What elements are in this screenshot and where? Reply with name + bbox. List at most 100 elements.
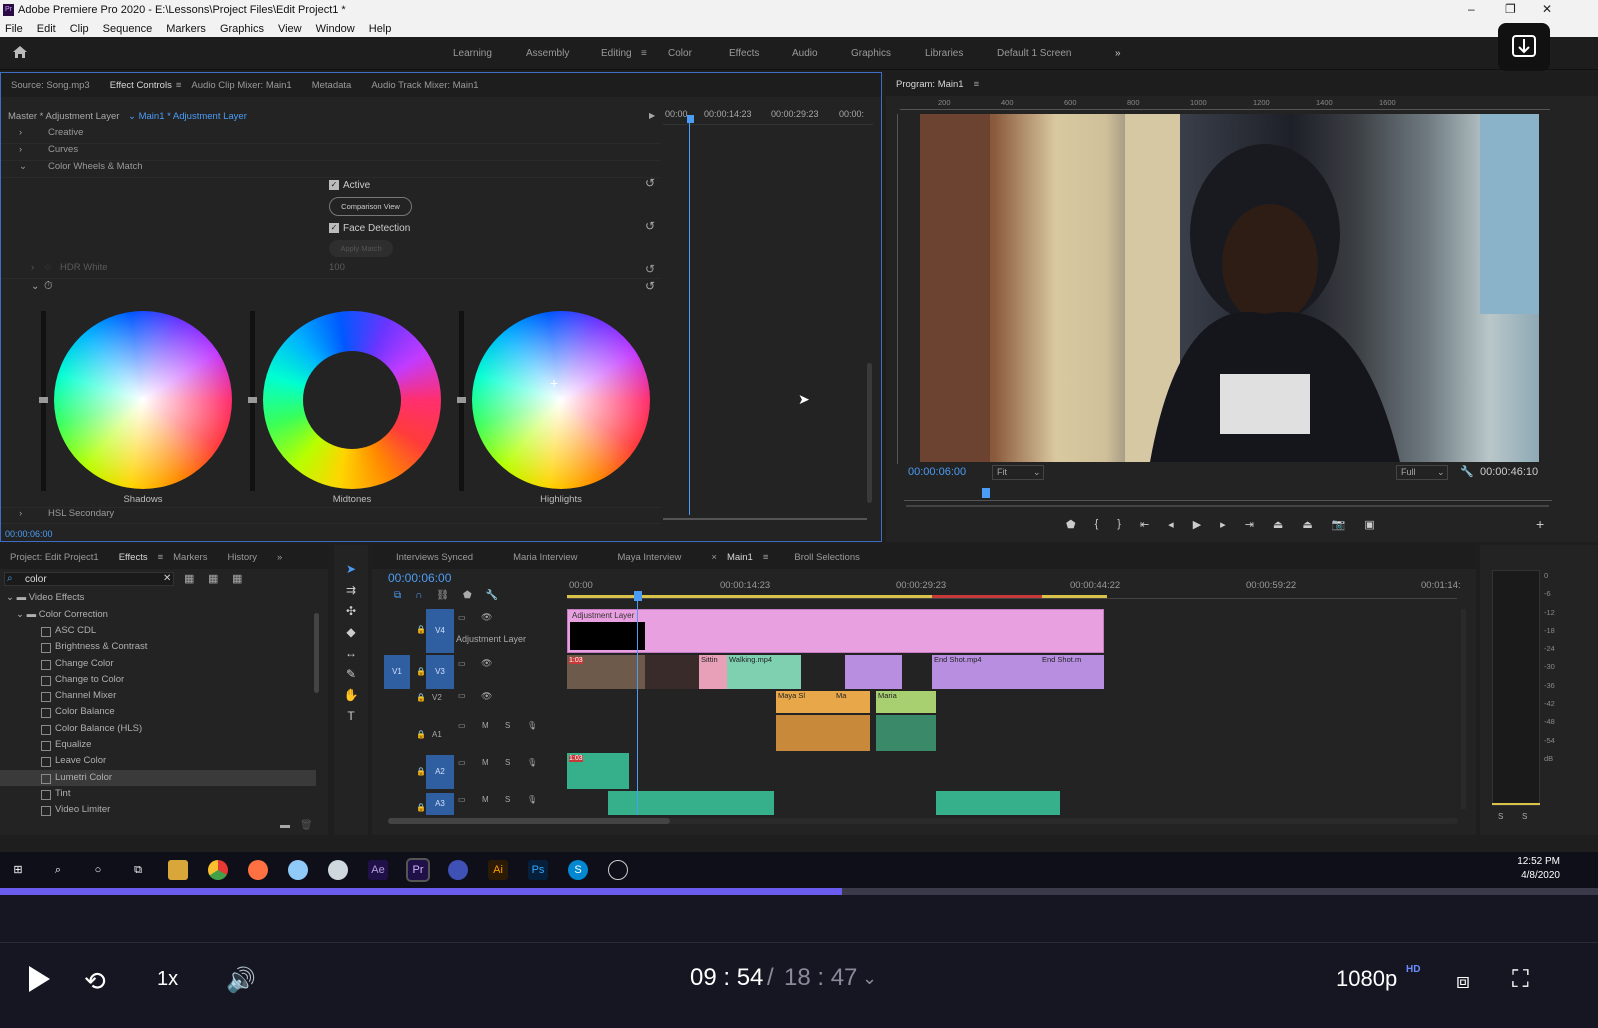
clip-a1-maria[interactable] bbox=[876, 715, 936, 751]
lock-v3-icon[interactable]: 🔒 bbox=[416, 667, 426, 676]
clip-a3-1[interactable] bbox=[608, 791, 774, 815]
track-v2-label[interactable]: V2 bbox=[432, 693, 442, 702]
sequence-clip-dropdown[interactable]: ⌄ Main1 * Adjustment Layer bbox=[128, 111, 247, 122]
creative-section[interactable]: › Creative bbox=[1, 127, 661, 144]
midtones-color-wheel[interactable] bbox=[263, 311, 441, 489]
player-quality-button[interactable]: 1080p bbox=[1336, 966, 1397, 992]
workspace-editing[interactable]: Editing bbox=[601, 48, 632, 59]
mute-a3-button[interactable]: M bbox=[482, 795, 489, 804]
program-menu-icon[interactable]: ≡ bbox=[974, 79, 980, 90]
wrench-icon[interactable]: 🔧 bbox=[1460, 465, 1474, 478]
curves-section[interactable]: › Curves bbox=[1, 144, 661, 161]
home-icon[interactable] bbox=[12, 45, 28, 59]
menu-file[interactable]: File bbox=[5, 23, 23, 35]
mute-a2-button[interactable]: M bbox=[482, 758, 489, 767]
workspace-learning[interactable]: Learning bbox=[453, 48, 492, 59]
maximize-button[interactable]: ❐ bbox=[1505, 2, 1516, 16]
program-video-frame[interactable] bbox=[920, 114, 1539, 462]
ec-mini-ruler[interactable]: 00:00 00:00:14:23 00:00:29:23 00:00: bbox=[663, 109, 873, 125]
obs-icon[interactable] bbox=[608, 860, 628, 880]
reset-wheels-icon[interactable]: ↺ bbox=[645, 279, 655, 293]
close-button[interactable]: ✕ bbox=[1542, 2, 1552, 16]
resolution-dropdown[interactable]: Full ⌄ bbox=[1396, 465, 1448, 480]
slip-tool-icon[interactable]: ↔ bbox=[345, 646, 357, 660]
tab-maria-interview[interactable]: Maria Interview bbox=[503, 552, 587, 563]
lift-icon[interactable]: ⏏ bbox=[1273, 518, 1283, 531]
timeline-ruler[interactable]: 00:00 00:00:14:23 00:00:29:23 00:00:44:2… bbox=[567, 575, 1461, 599]
solo-a2-button[interactable]: S bbox=[505, 758, 510, 767]
menu-graphics[interactable]: Graphics bbox=[220, 23, 264, 35]
fit-dropdown[interactable]: Fit ⌄ bbox=[992, 465, 1044, 480]
clip-a3-2[interactable] bbox=[936, 791, 1060, 815]
minimize-button[interactable]: – bbox=[1468, 2, 1475, 16]
tab-audio-clip-mixer[interactable]: Audio Clip Mixer: Main1 bbox=[181, 80, 301, 91]
clear-search-icon[interactable]: ✕ bbox=[163, 573, 171, 584]
menu-view[interactable]: View bbox=[278, 23, 302, 35]
adjustment-layer-clip[interactable]: Adjustment Layer bbox=[567, 609, 1104, 653]
track-a1-label[interactable]: A1 bbox=[432, 730, 442, 739]
menu-markers[interactable]: Markers bbox=[166, 23, 206, 35]
timeline-h-scroll-thumb[interactable] bbox=[388, 818, 670, 824]
cloud-app-icon[interactable] bbox=[288, 860, 308, 880]
source-v1-patch[interactable]: V1 bbox=[384, 655, 410, 689]
wheels-expand-toggle[interactable]: ⌄ bbox=[31, 281, 39, 292]
workspace-assembly[interactable]: Assembly bbox=[526, 48, 569, 59]
yuv-effects-icon[interactable]: ▦ bbox=[232, 572, 242, 585]
tab-broll-selections[interactable]: Broll Selections bbox=[784, 552, 869, 563]
selection-tool-icon[interactable]: ➤ bbox=[346, 562, 356, 576]
menu-clip[interactable]: Clip bbox=[70, 23, 89, 35]
snap-icon[interactable]: ∩ bbox=[415, 590, 422, 601]
face-detection-checkbox[interactable]: ✓ bbox=[329, 223, 339, 233]
program-scrubber[interactable] bbox=[904, 500, 1552, 501]
mark-out-icon[interactable]: } bbox=[1117, 518, 1121, 531]
go-to-out-icon[interactable]: ⇥ bbox=[1245, 518, 1254, 531]
reset-hdr-icon[interactable]: ↺ bbox=[645, 262, 655, 276]
premiere-pro-icon[interactable]: Pr bbox=[406, 858, 430, 882]
effect-channel-mixer[interactable]: Channel Mixer bbox=[0, 688, 316, 704]
shadows-wheel[interactable]: + Shadows bbox=[54, 311, 244, 505]
apply-match-button[interactable]: Apply Match bbox=[329, 240, 393, 257]
chrome-icon[interactable] bbox=[208, 860, 228, 880]
go-to-in-icon[interactable]: ⇤ bbox=[1140, 518, 1149, 531]
timeline-settings-icon[interactable]: 🔧 bbox=[486, 590, 498, 601]
step-forward-icon[interactable]: ▸ bbox=[1220, 518, 1226, 531]
shadows-slider-handle[interactable] bbox=[39, 397, 48, 403]
mic-a3-icon[interactable]: 🎙 bbox=[527, 795, 537, 804]
skype-icon[interactable]: S bbox=[568, 860, 588, 880]
effect-color-balance-hls[interactable]: Color Balance (HLS) bbox=[0, 721, 316, 737]
add-marker-timeline-icon[interactable]: ⬟ bbox=[463, 590, 472, 601]
workspace-color[interactable]: Color bbox=[668, 48, 692, 59]
illustrator-icon[interactable]: Ai bbox=[488, 860, 508, 880]
32bit-effects-icon[interactable]: ▦ bbox=[208, 572, 218, 585]
effect-asc-cdl[interactable]: ASC CDL bbox=[0, 623, 316, 639]
menu-help[interactable]: Help bbox=[369, 23, 392, 35]
solo-right-button[interactable]: S bbox=[1522, 812, 1527, 821]
timeline-v-scrollbar[interactable] bbox=[1461, 609, 1466, 809]
play-only-icon[interactable]: ▶ bbox=[649, 111, 655, 120]
lock-a3-icon[interactable]: 🔒 bbox=[416, 803, 426, 812]
clip-walking[interactable]: Walking.mp4 bbox=[727, 655, 801, 689]
after-effects-icon[interactable]: Ae bbox=[368, 860, 388, 880]
browser-app-icon[interactable] bbox=[328, 860, 348, 880]
ec-zoom-scrollbar[interactable] bbox=[663, 518, 867, 520]
solo-a3-button[interactable]: S bbox=[505, 795, 510, 804]
search-taskbar-icon[interactable]: ⌕ bbox=[48, 860, 68, 880]
program-zoom-bar[interactable] bbox=[906, 505, 1549, 507]
eye-v3-icon[interactable]: 👁 bbox=[481, 658, 492, 669]
new-folder-icon[interactable]: ▬ bbox=[280, 820, 290, 831]
cortana-icon[interactable]: ○ bbox=[88, 860, 108, 880]
highlights-slider-handle[interactable] bbox=[457, 397, 466, 403]
lock-a2-icon[interactable]: 🔒 bbox=[416, 767, 426, 776]
workspace-audio[interactable]: Audio bbox=[792, 48, 818, 59]
workspace-default-1-screen[interactable]: Default 1 Screen bbox=[997, 48, 1072, 59]
step-back-icon[interactable]: ◂ bbox=[1168, 518, 1174, 531]
track-v3-label[interactable]: V3 bbox=[426, 655, 454, 689]
ripple-edit-tool-icon[interactable]: ✣ bbox=[346, 604, 356, 618]
lock-a1-icon[interactable]: 🔒 bbox=[416, 730, 426, 739]
effect-brightness-contrast[interactable]: Brightness & Contrast bbox=[0, 639, 316, 655]
player-play-button[interactable] bbox=[26, 964, 52, 997]
effects-search-input[interactable]: ⌕ color ✕ bbox=[4, 572, 174, 586]
highlights-wheel[interactable]: + Highlights bbox=[472, 311, 662, 505]
player-time-chevron-icon[interactable]: ⌄ bbox=[862, 968, 877, 989]
comparison-view-icon[interactable]: ▣ bbox=[1364, 518, 1374, 531]
